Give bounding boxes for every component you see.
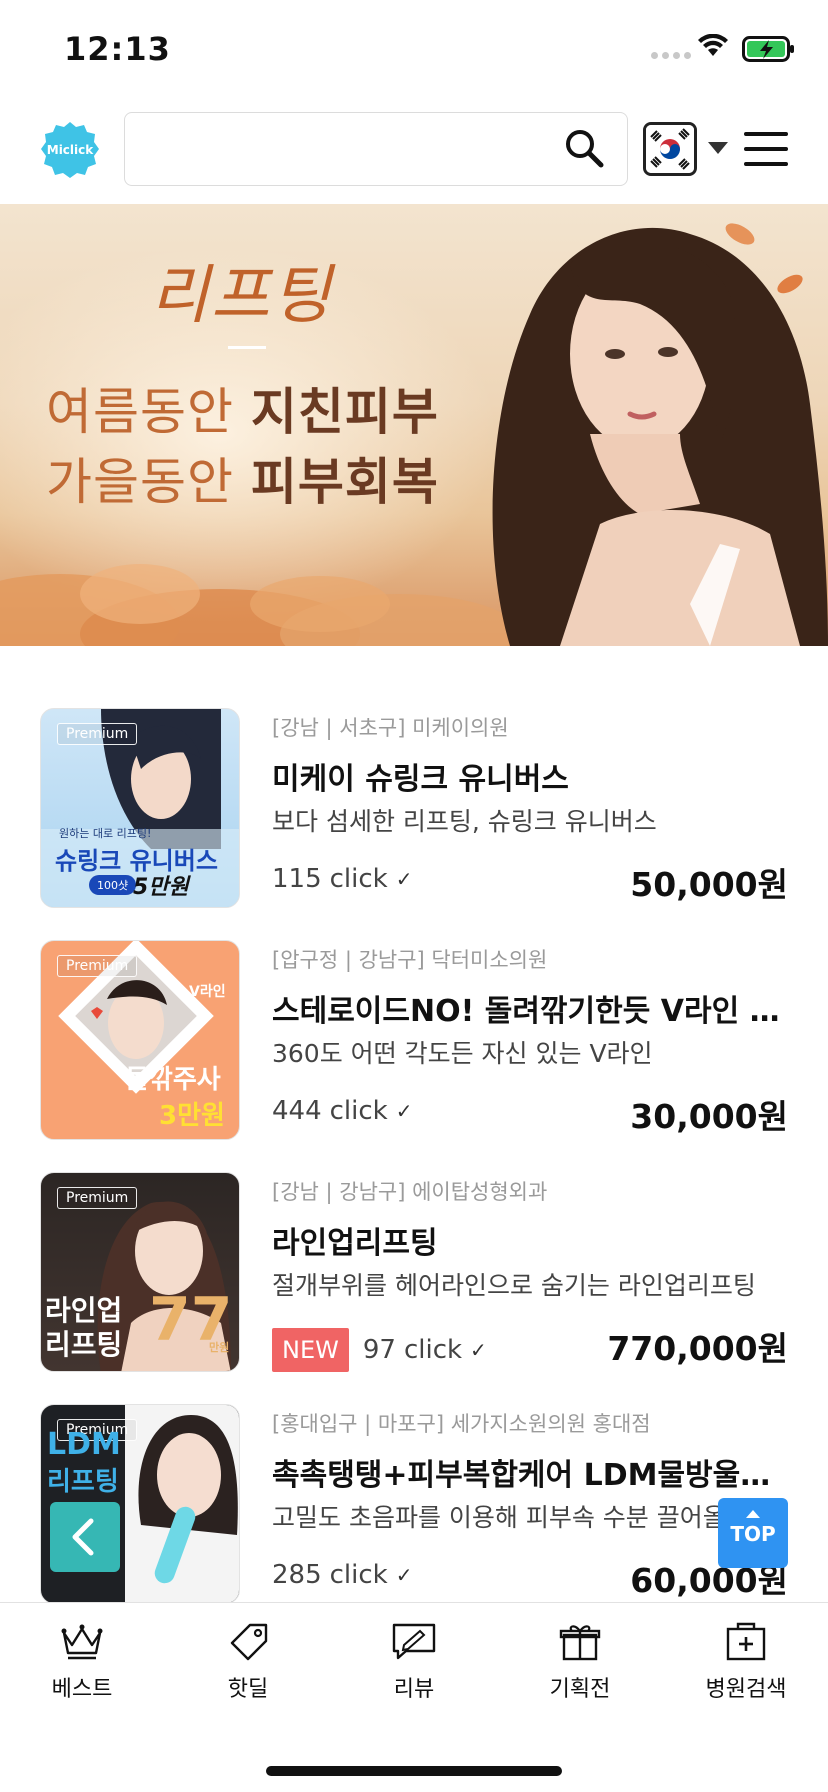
nav-label: 리뷰 [393, 1677, 435, 1702]
premium-badge: Premium [57, 723, 138, 745]
click-count-value: 285 [272, 1560, 322, 1590]
status-bar: 12:13 [0, 0, 828, 100]
nav-item-hotdeal[interactable]: 핫딜 [178, 1621, 318, 1703]
back-button[interactable] [50, 1502, 120, 1572]
banner-divider [228, 346, 266, 349]
deal-description: 절개부위를 헤어라인으로 숨기는 라인업리프팅 [272, 1271, 756, 1300]
nav-label: 핫딜 [227, 1677, 269, 1702]
korea-flag-icon [646, 125, 694, 173]
review-icon [392, 1623, 436, 1660]
battery-charging-icon [742, 36, 794, 62]
bottom-navigation: 베스트 핫딜 리뷰 기획전 병원검색 [0, 1602, 828, 1792]
nav-item-exhibition[interactable]: 기획전 [510, 1621, 650, 1703]
search-bar[interactable] [124, 112, 628, 186]
banner-title: 리프팅 [150, 259, 333, 333]
list-item[interactable]: Premium V라인 돌깎주사 3만원 [압구정 | 강남구] 닥터미소의원 … [0, 878, 828, 1140]
app-header: Miclick [0, 100, 828, 204]
chevron-left-icon [72, 1518, 94, 1556]
thumbnail-caption: LDM [47, 1427, 121, 1462]
thumbnail-caption: V라인 [189, 984, 226, 1000]
hospital-location: [강남 | 서초구] 미케이의원 [272, 716, 509, 740]
nav-label: 기획전 [549, 1677, 611, 1702]
logo[interactable]: Miclick [40, 120, 100, 180]
thumbnail-caption: 원하는 대로 리프팅! [59, 827, 152, 840]
tag-icon [230, 1623, 268, 1661]
language-flag-button[interactable] [643, 122, 697, 176]
deal-description: 고밀도 초음파를 이용해 피부속 수분 끌어올리기 [272, 1503, 772, 1532]
hospital-location: [압구정 | 강남구] 닥터미소의원 [272, 948, 548, 972]
logo-text: Miclick [46, 143, 94, 157]
status-time: 12:13 [64, 30, 171, 68]
chevron-down-icon[interactable] [708, 142, 728, 154]
nav-item-best[interactable]: 베스트 [12, 1621, 152, 1703]
nav-item-hospital-search[interactable]: 병원검색 [676, 1621, 816, 1703]
banner-headline-2: 가을동안 피부회복 [46, 453, 439, 511]
list-item[interactable]: Premium 원하는 대로 리프팅! 슈링크 유니버스 100샷 5만원 [강… [0, 646, 828, 908]
list-item[interactable]: Premium 라인업 리프팅 77 만원 [강남 | 강남구] 에이탑성형외과… [0, 1110, 828, 1372]
promo-banner[interactable]: 리프팅 여름동안 지친피부 가을동안 피부회복 [0, 204, 828, 646]
scroll-top-button[interactable]: TOP [718, 1498, 788, 1568]
gift-icon [559, 1625, 601, 1661]
deal-title[interactable]: 스테로이드NO! 돌려깎기한듯 V라인 돌려깎기 [272, 986, 792, 1030]
nav-label: 베스트 [51, 1677, 113, 1702]
click-count: 285 click ✓ [272, 1560, 413, 1590]
deal-title[interactable]: 라인업리프팅 [272, 1218, 792, 1262]
model-portrait-image [492, 223, 828, 646]
thumbnail-caption: 리프팅 [47, 1467, 119, 1497]
premium-badge: Premium [57, 1187, 138, 1209]
deal-description: 360도 어떤 각도든 자신 있는 V라인 [272, 1039, 653, 1068]
crown-icon [61, 1624, 103, 1660]
hospital-location: [강남 | 강남구] 에이탑성형외과 [272, 1180, 548, 1204]
cellular-signal-icon [651, 52, 691, 59]
deal-title[interactable]: 촉촉탱탱+피부복합케어 LDM물방울리프팅 [272, 1450, 792, 1494]
hospital-location: [홍대입구 | 마포구] 세가지소원의원 홍대점 [272, 1412, 651, 1436]
thumbnail-caption: 돌깎주사 [125, 1065, 221, 1095]
deal-title[interactable]: 미케이 슈링크 유니버스 [272, 754, 792, 798]
check-icon: ✓ [395, 1563, 413, 1587]
deal-description: 보다 섬세한 리프팅, 슈링크 유니버스 [272, 807, 657, 836]
list-item[interactable]: Premium LDM 리프팅 [홍대입구 | 마포구] 세가지소원의원 홍대점… [0, 1342, 828, 1604]
scroll-top-label: TOP [730, 1522, 776, 1546]
search-input[interactable] [141, 123, 561, 175]
hospital-icon [726, 1622, 766, 1661]
home-indicator [266, 1766, 562, 1776]
banner-headline-1: 여름동안 지친피부 [46, 383, 439, 441]
premium-badge: Premium [57, 955, 138, 977]
arrow-up-icon [746, 1510, 760, 1518]
click-label: click [329, 1560, 388, 1590]
wifi-icon [698, 34, 728, 56]
search-icon[interactable] [563, 127, 607, 171]
nav-item-review[interactable]: 리뷰 [344, 1621, 484, 1703]
hamburger-menu-icon[interactable] [744, 132, 788, 166]
nav-label: 병원검색 [705, 1677, 787, 1702]
